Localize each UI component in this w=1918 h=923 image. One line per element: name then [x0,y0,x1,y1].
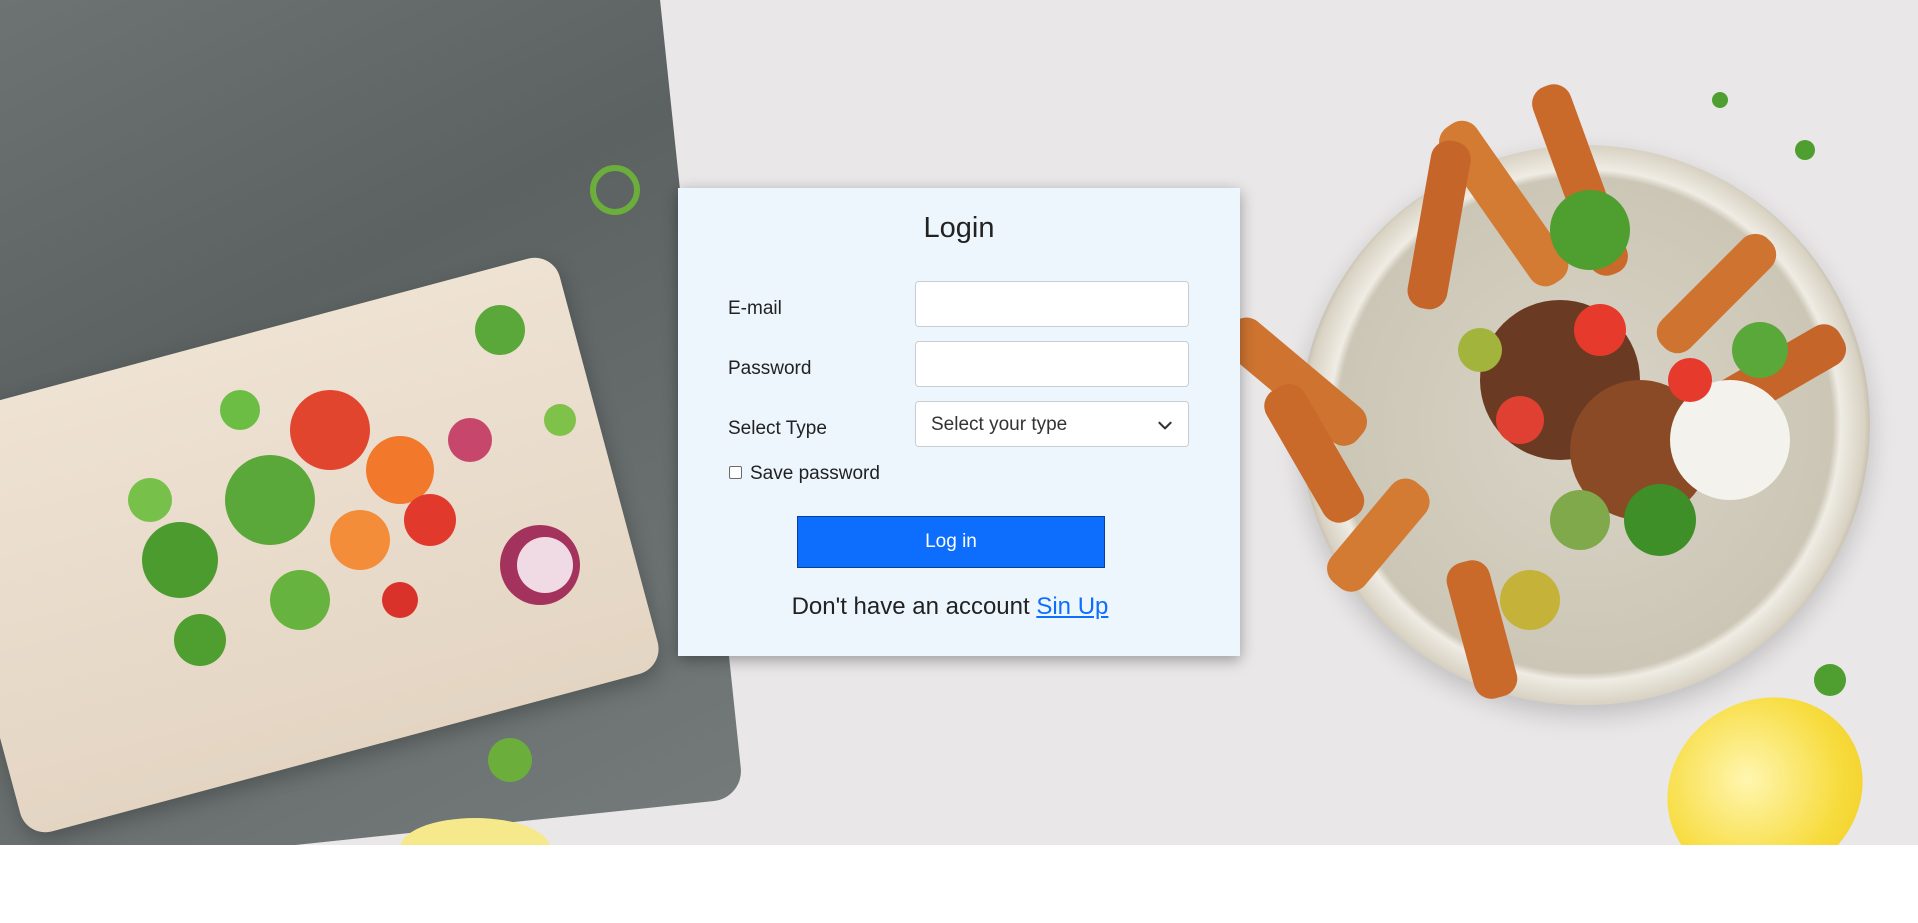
select-type-label: Select Type [728,418,827,439]
login-button[interactable]: Log in [797,516,1105,568]
password-field[interactable] [915,341,1189,387]
login-card: Login E-mail Password Select Type Select… [678,188,1240,656]
save-password-label: Save password [750,463,880,484]
signup-prompt-text: Don't have an account [791,593,1030,620]
type-select-value: Select your type [931,414,1068,435]
chevron-down-icon [1158,421,1172,430]
signup-prompt: Don't have an account Sin Up [678,593,1240,621]
password-label: Password [728,358,812,379]
signup-link[interactable]: Sin Up [1036,593,1108,620]
save-password-checkbox[interactable] [729,466,742,479]
type-select[interactable]: Select your type [915,401,1189,447]
login-title: Login [923,212,995,244]
email-label: E-mail [728,298,782,319]
email-field[interactable] [915,281,1189,327]
chopped-vegetables [128,305,580,666]
